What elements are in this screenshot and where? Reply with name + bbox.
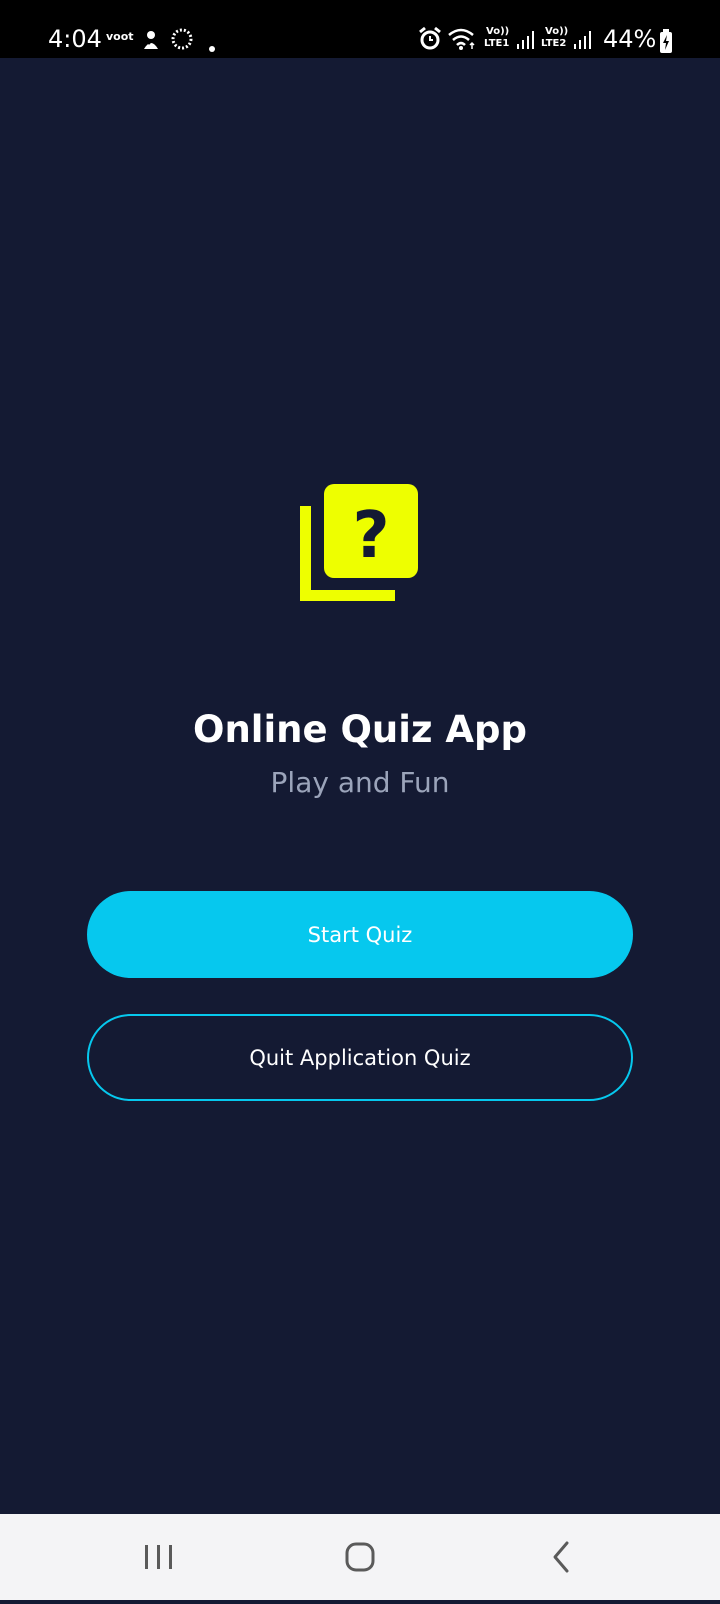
notification-dot-icon (209, 37, 215, 56)
battery-charging-icon (660, 29, 672, 57)
sim1-label: LTE1 (484, 38, 510, 49)
sim2-label: LTE2 (541, 38, 567, 49)
status-bar: 4:04 voot Vo)) LTE1 Vo)) LTE2 44% (0, 0, 720, 58)
volte-sim1-label: Vo)) (486, 26, 510, 37)
notification-app-icon (141, 29, 161, 55)
volte-sim2-label: Vo)) (545, 26, 569, 37)
battery-percentage: 44% (603, 25, 657, 53)
navigation-bar (0, 1514, 720, 1600)
app-subtitle: Play and Fun (270, 766, 450, 799)
loading-ring-icon (170, 27, 194, 55)
start-quiz-button[interactable]: Start Quiz (87, 891, 633, 978)
wifi-icon (447, 27, 477, 55)
home-icon[interactable] (312, 1514, 408, 1600)
svg-text:?: ? (352, 499, 389, 573)
app-title: Online Quiz App (193, 708, 527, 751)
voot-app-label: voot (106, 30, 134, 43)
recents-icon[interactable] (110, 1514, 206, 1600)
signal-sim2-icon (573, 30, 591, 54)
quiz-question-icon: ? (300, 484, 420, 606)
quit-application-button[interactable]: Quit Application Quiz (87, 1014, 633, 1101)
back-icon[interactable] (513, 1514, 609, 1600)
signal-sim1-icon (516, 30, 534, 54)
status-time: 4:04 (48, 25, 102, 53)
alarm-icon (418, 26, 442, 56)
